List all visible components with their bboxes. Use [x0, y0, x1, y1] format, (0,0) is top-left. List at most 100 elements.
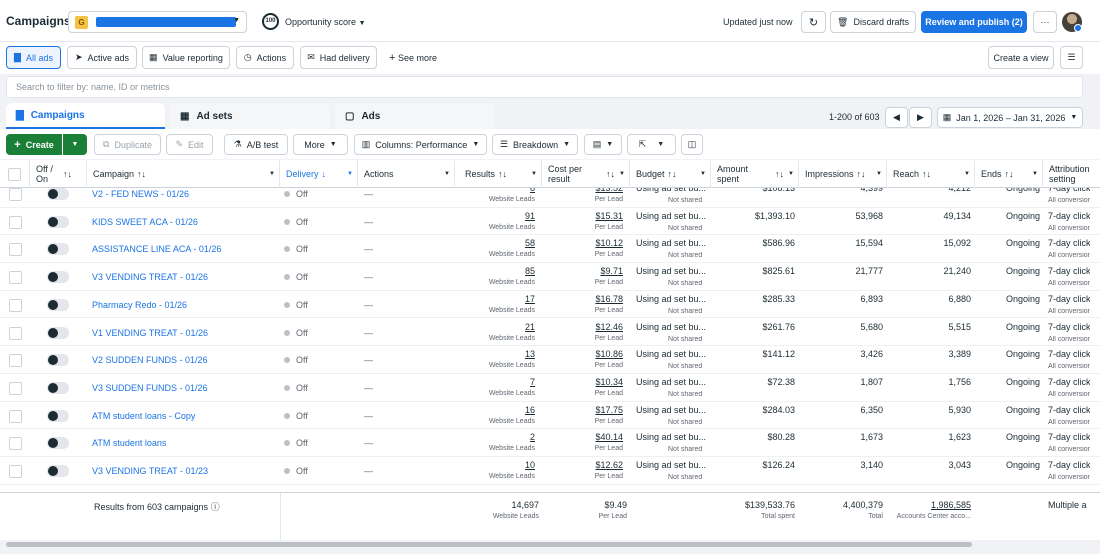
cost-value[interactable]: $15.31	[542, 211, 623, 221]
chart-view-button[interactable]: ◫	[681, 134, 703, 155]
row-checkbox[interactable]	[9, 271, 22, 285]
on-off-toggle[interactable]	[47, 354, 69, 367]
search-input[interactable]: Search to filter by: name, ID or metrics	[6, 76, 1083, 98]
row-checkbox[interactable]	[9, 326, 22, 340]
on-off-toggle[interactable]	[47, 409, 69, 422]
header-reach[interactable]: Reach ↑↓ ▼	[887, 160, 975, 188]
account-selector[interactable]: G ▼	[68, 11, 247, 33]
row-checkbox[interactable]	[9, 215, 22, 229]
create-button[interactable]: + Create	[6, 134, 62, 155]
table-row[interactable]: ATM student loans Off —2 Website Leads $40.1…	[0, 429, 1100, 457]
results-value[interactable]: 2	[455, 432, 535, 442]
row-checkbox[interactable]	[9, 437, 22, 451]
select-all-checkbox[interactable]	[8, 167, 21, 181]
filter-active-ads[interactable]: ➤ Active ads	[67, 46, 137, 69]
campaign-name-link[interactable]: V3 VENDING TREAT - 01/23	[92, 466, 277, 492]
table-row[interactable]: Pharmacy Redo - 01/26 Off —17 Website Leads…	[0, 291, 1100, 319]
header-attribution[interactable]: Attribution setting	[1043, 160, 1100, 188]
cost-value[interactable]: $10.12	[542, 238, 623, 248]
refresh-button[interactable]: ↻	[801, 11, 826, 33]
on-off-toggle[interactable]	[47, 381, 69, 394]
horizontal-scrollbar[interactable]	[6, 540, 1096, 550]
reports-button[interactable]: ▤ ▼	[584, 134, 622, 155]
cost-value[interactable]: $16.78	[542, 294, 623, 304]
header-cost-per-result[interactable]: Cost per result ↑↓ ▼	[542, 160, 630, 188]
on-off-toggle[interactable]	[47, 271, 69, 284]
prev-page-button[interactable]: ◀	[885, 107, 908, 128]
results-value[interactable]: 13	[455, 349, 535, 359]
table-row[interactable]: V3 VENDING TREAT - 01/23 Off —10 Website Le…	[0, 457, 1100, 485]
table-row[interactable]: KIDS SWEET ACA - 01/26 Off —91 Website Lead…	[0, 208, 1100, 236]
edit-button[interactable]: ✎ Edit	[166, 134, 213, 155]
on-off-toggle[interactable]	[47, 243, 69, 256]
on-off-toggle[interactable]	[47, 215, 69, 228]
opportunity-score-dropdown[interactable]: Opportunity score ▼	[285, 17, 366, 27]
header-actions[interactable]: Actions ▼	[358, 160, 455, 188]
more-options-button[interactable]: ···	[1033, 11, 1057, 33]
header-results[interactable]: Results ↑↓ ▼	[455, 160, 542, 188]
results-value[interactable]: 58	[455, 238, 535, 248]
columns-button[interactable]: ▥ Columns: Performance ▼	[354, 134, 487, 155]
results-value[interactable]: 16	[455, 405, 535, 415]
footer-reach[interactable]: 1,986,585	[887, 500, 971, 510]
results-value[interactable]: 7	[455, 377, 535, 387]
export-button[interactable]: ⇱ ▼	[627, 134, 676, 155]
table-row[interactable]: ATM student loans - Copy Off —16 Website Le…	[0, 402, 1100, 430]
header-off-on[interactable]: Off / On ↑↓	[30, 160, 87, 188]
on-off-toggle[interactable]	[47, 465, 69, 477]
row-checkbox[interactable]	[9, 409, 22, 423]
row-checkbox[interactable]	[9, 298, 22, 312]
more-actions-button[interactable]: More ▼	[293, 134, 348, 155]
header-ends[interactable]: Ends ↑↓ ▼	[975, 160, 1043, 188]
breakdown-button[interactable]: ☰ Breakdown ▼	[492, 134, 578, 155]
tab-ad-sets[interactable]: ▦ Ad sets	[170, 103, 330, 129]
row-checkbox[interactable]	[9, 188, 22, 201]
scrollbar-thumb[interactable]	[6, 542, 972, 547]
results-value[interactable]: 91	[455, 211, 535, 221]
filter-value-reporting[interactable]: ▦ Value reporting	[142, 46, 230, 69]
filter-had-delivery[interactable]: ✉ Had delivery	[300, 46, 377, 69]
discard-drafts-button[interactable]: 🗑 Discard drafts	[830, 11, 916, 33]
header-campaign[interactable]: Campaign ↑↓ ▼	[87, 160, 280, 188]
see-more-button[interactable]: + See more	[389, 52, 437, 64]
table-row[interactable]: V3 SUDDEN FUNDS - 01/26 Off —7 Website Lead…	[0, 374, 1100, 402]
ab-test-button[interactable]: ⚗ A/B test	[224, 134, 288, 155]
cost-value[interactable]: $12.46	[542, 322, 623, 332]
tab-ads[interactable]: ▢ Ads	[335, 103, 495, 129]
date-range-picker[interactable]: ▦ Jan 1, 2026 – Jan 31, 2026 ▼	[937, 107, 1083, 128]
view-settings-button[interactable]: ☰	[1060, 46, 1083, 69]
table-row[interactable]: V3 VENDING TREAT - 01/26 Off —85 Website Le…	[0, 263, 1100, 291]
filter-all-ads[interactable]: ▇ All ads	[6, 46, 61, 69]
results-value[interactable]: 10	[455, 460, 535, 470]
row-checkbox[interactable]	[9, 243, 22, 257]
header-select-all[interactable]	[0, 160, 30, 188]
next-page-button[interactable]: ▶	[909, 107, 932, 128]
create-view-button[interactable]: Create a view	[988, 46, 1054, 69]
results-value[interactable]: 17	[455, 294, 535, 304]
header-impressions[interactable]: Impressions ↑↓ ▼	[799, 160, 887, 188]
header-budget[interactable]: Budget ↑↓ ▼	[630, 160, 711, 188]
on-off-toggle[interactable]	[47, 437, 69, 450]
table-row[interactable]: ASSISTANCE LINE ACA - 01/26 Off —58 Website…	[0, 235, 1100, 264]
header-amount-spent[interactable]: Amount spent ↑↓ ▼	[711, 160, 799, 188]
on-off-toggle[interactable]	[47, 298, 69, 311]
row-checkbox[interactable]	[9, 354, 22, 368]
table-row[interactable]: V2 SUDDEN FUNDS - 01/26 Off —13 Website Lea…	[0, 346, 1100, 374]
row-checkbox[interactable]	[9, 381, 22, 395]
cost-value[interactable]: $10.34	[542, 377, 623, 387]
filter-actions[interactable]: ◷ Actions	[236, 46, 294, 69]
on-off-toggle[interactable]	[47, 188, 69, 200]
row-checkbox[interactable]	[9, 465, 22, 478]
duplicate-button[interactable]: ⧉ Duplicate	[94, 134, 161, 155]
results-value[interactable]: 21	[455, 322, 535, 332]
table-row[interactable]: V1 VENDING TREAT - 01/26 Off —21 Website Le…	[0, 319, 1100, 347]
review-publish-button[interactable]: Review and publish (2)	[921, 11, 1027, 33]
cost-value[interactable]: $12.62	[542, 460, 623, 470]
cost-value[interactable]: $17.75	[542, 405, 623, 415]
tab-campaigns[interactable]: ▇ Campaigns	[6, 103, 165, 129]
header-delivery[interactable]: Delivery ↓ ▼	[280, 160, 358, 188]
cost-value[interactable]: $10.86	[542, 349, 623, 359]
cost-value[interactable]: $9.71	[542, 266, 623, 276]
cost-value[interactable]: $40.14	[542, 432, 623, 442]
on-off-toggle[interactable]	[47, 326, 69, 339]
